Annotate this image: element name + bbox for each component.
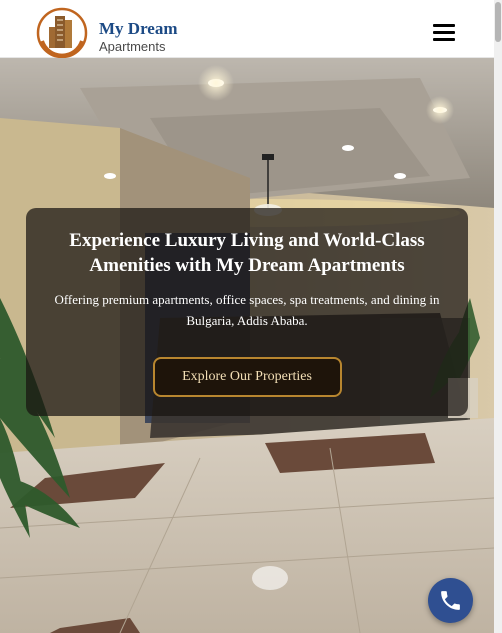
brand-name[interactable]: My Dream <box>99 19 178 39</box>
hero-description: Offering premium apartments, office spac… <box>54 292 440 328</box>
scrollbar-thumb[interactable] <box>495 2 501 42</box>
hero-overlay-card: Experience Luxury Living and World-Class… <box>26 208 468 416</box>
scrollbar[interactable] <box>494 0 502 633</box>
logo-icon[interactable] <box>36 7 88 59</box>
hamburger-icon <box>433 24 455 27</box>
site-header: My Dream Apartments <box>0 0 494 59</box>
call-button[interactable] <box>428 578 473 623</box>
hero-title: Experience Luxury Living and World-Class… <box>69 230 425 276</box>
brand-subtitle: Apartments <box>99 39 166 54</box>
explore-properties-button[interactable]: Explore Our Properties <box>152 357 342 397</box>
menu-button[interactable] <box>430 20 458 44</box>
phone-icon <box>441 591 460 610</box>
